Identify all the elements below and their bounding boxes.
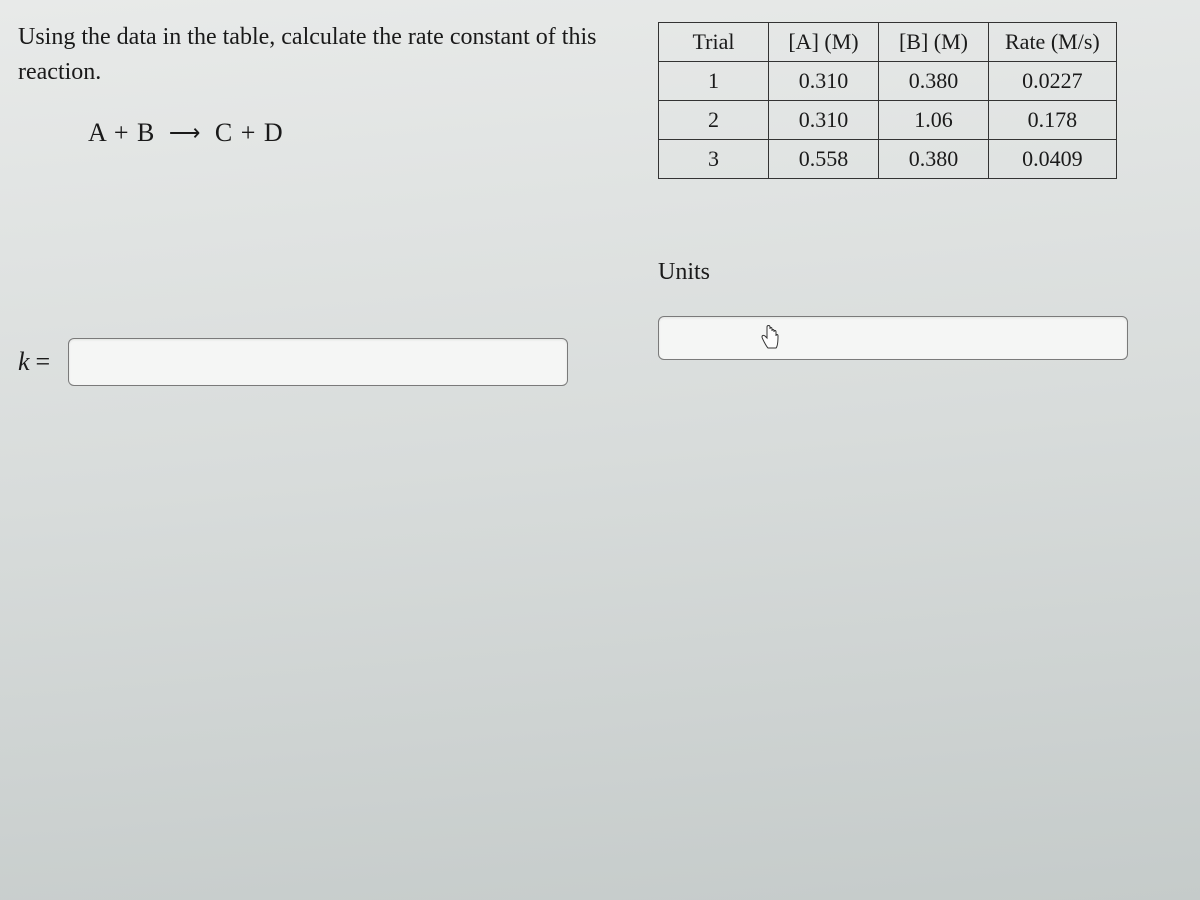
col-a: [A] (M) (769, 23, 879, 62)
table-row: 1 0.310 0.380 0.0227 (659, 62, 1117, 101)
col-b: [B] (M) (879, 23, 989, 62)
table-header-row: Trial [A] (M) [B] (M) Rate (M/s) (659, 23, 1117, 62)
equation-lhs: A + B (88, 118, 155, 147)
question-prompt: Using the data in the table, calculate t… (18, 20, 608, 90)
rate-constant-input[interactable] (68, 338, 568, 386)
equation-rhs: C + D (215, 118, 284, 147)
table-row: 3 0.558 0.380 0.0409 (659, 140, 1117, 179)
trial-data-table: Trial [A] (M) [B] (M) Rate (M/s) 1 0.310… (658, 22, 1117, 179)
col-rate: Rate (M/s) (989, 23, 1117, 62)
arrow-icon: ⟶ (169, 120, 202, 146)
reaction-equation: A + B ⟶ C + D (18, 118, 608, 148)
table-row: 2 0.310 1.06 0.178 (659, 101, 1117, 140)
units-input[interactable] (658, 316, 1128, 360)
units-label: Units (658, 259, 1182, 286)
col-trial: Trial (659, 23, 769, 62)
k-label: k= (18, 347, 50, 377)
